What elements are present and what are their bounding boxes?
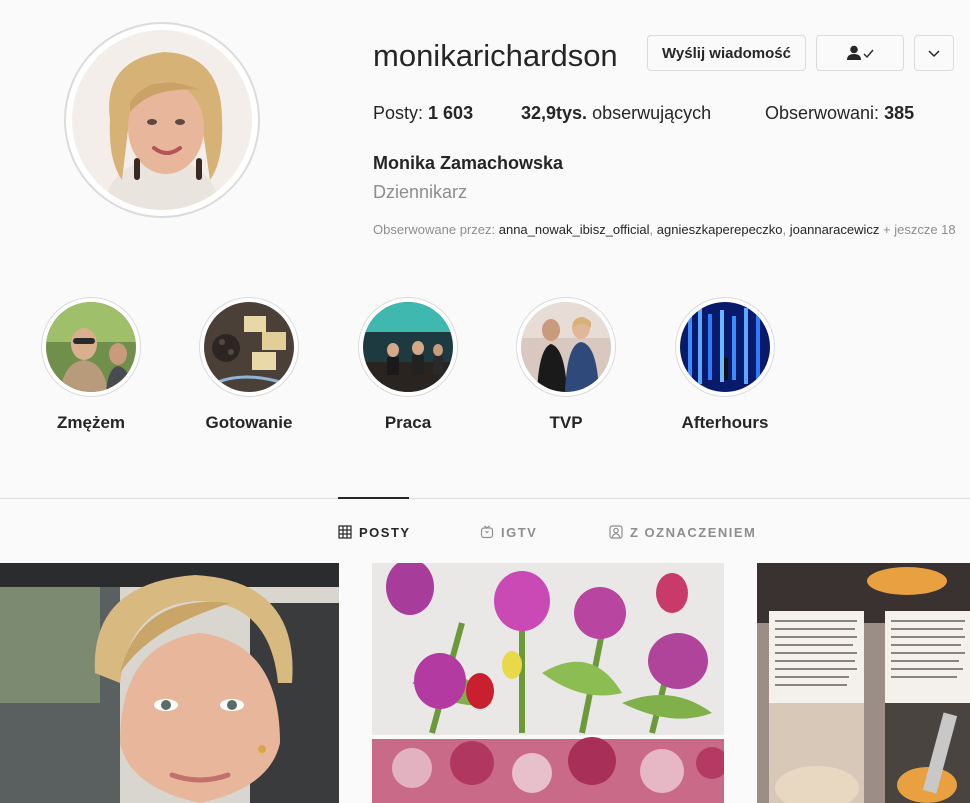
igtv-icon bbox=[480, 525, 494, 539]
highlight-cover bbox=[521, 302, 611, 392]
followed-by-account[interactable]: agnieszkaperepeczko bbox=[657, 222, 783, 237]
post-image bbox=[757, 563, 970, 803]
more-options-button[interactable] bbox=[914, 35, 954, 71]
grid-icon bbox=[338, 525, 352, 539]
highlight-cover bbox=[46, 302, 136, 392]
followers-value: 32,9tys. bbox=[521, 103, 588, 123]
active-tab-indicator bbox=[338, 497, 409, 499]
highlight-afterhours[interactable]: Afterhours bbox=[675, 297, 775, 432]
tab-label: POSTY bbox=[359, 524, 411, 540]
highlight-praca[interactable]: Praca bbox=[358, 297, 458, 432]
avatar-photo bbox=[72, 30, 252, 210]
posts-count: Posty: 1 603 bbox=[373, 101, 473, 125]
highlight-label: Zmężem bbox=[56, 413, 126, 432]
post-image bbox=[372, 563, 724, 803]
following-value: 385 bbox=[884, 103, 915, 123]
post-image bbox=[0, 563, 339, 803]
tabs-divider bbox=[0, 498, 970, 499]
profile-username: monikarichardson bbox=[373, 38, 618, 73]
followed-by-more[interactable]: + jeszcze 18 bbox=[883, 222, 956, 237]
highlight-tvp[interactable]: TVP bbox=[516, 297, 616, 432]
highlight-label: Gotowanie bbox=[205, 413, 293, 432]
tab-label: Z OZNACZENIEM bbox=[630, 524, 757, 540]
followed-by-account[interactable]: joannaracewicz bbox=[790, 222, 880, 237]
highlight-cover bbox=[204, 302, 294, 392]
highlight-zmezem[interactable]: Zmężem bbox=[41, 297, 141, 432]
profile-category: Dziennikarz bbox=[373, 182, 468, 202]
profile-avatar[interactable] bbox=[64, 22, 260, 218]
posts-value: 1 603 bbox=[428, 103, 474, 123]
tab-label: IGTV bbox=[501, 524, 538, 540]
followed-by-prefix: Obserwowane przez: bbox=[373, 222, 499, 237]
highlight-cover bbox=[363, 302, 453, 392]
followers-count[interactable]: 32,9tys. obserwujących bbox=[521, 101, 711, 125]
tab-tagged[interactable]: Z OZNACZENIEM bbox=[609, 523, 756, 541]
highlight-label: TVP bbox=[549, 413, 583, 432]
highlight-cover bbox=[680, 302, 770, 392]
highlight-label: Praca bbox=[384, 413, 432, 432]
post-thumbnail[interactable] bbox=[372, 563, 724, 803]
tab-igtv[interactable]: IGTV bbox=[480, 523, 537, 541]
highlight-label: Afterhours bbox=[681, 413, 769, 432]
followers-label: obserwujących bbox=[587, 103, 712, 123]
tagged-icon bbox=[609, 525, 623, 539]
highlight-gotowanie[interactable]: Gotowanie bbox=[199, 297, 299, 432]
post-thumbnail[interactable] bbox=[757, 563, 970, 803]
user-check-icon bbox=[847, 45, 874, 60]
followed-by-line: Obserwowane przez: anna_nowak_ibisz_offi… bbox=[373, 222, 956, 237]
followed-by-account[interactable]: anna_nowak_ibisz_official bbox=[499, 222, 650, 237]
following-label: Obserwowani: bbox=[765, 103, 885, 123]
profile-full-name: Monika Zamachowska bbox=[373, 153, 564, 173]
send-message-button[interactable]: Wyślij wiadomość bbox=[647, 35, 806, 71]
following-button[interactable] bbox=[816, 35, 904, 71]
following-count[interactable]: Obserwowani: 385 bbox=[765, 101, 914, 125]
post-thumbnail[interactable] bbox=[0, 563, 339, 803]
tab-posts[interactable]: POSTY bbox=[338, 523, 411, 541]
chevron-down-icon bbox=[928, 50, 940, 58]
posts-label: Posty: bbox=[373, 103, 429, 123]
